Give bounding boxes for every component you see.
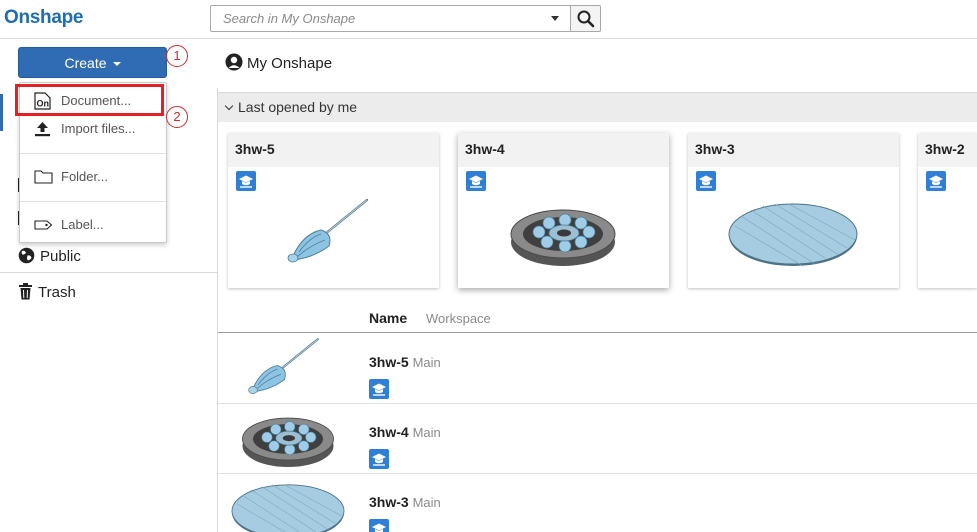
education-badge-icon: [696, 171, 716, 191]
folder-icon: [34, 170, 53, 184]
document-thumbnail: [728, 203, 858, 267]
document-thumbnail: [510, 209, 616, 267]
upload-icon: [35, 122, 50, 137]
card-title: 3hw-3: [695, 141, 735, 157]
document-thumbnail: [242, 417, 334, 468]
create-button[interactable]: Create: [18, 47, 167, 78]
user-icon: [225, 53, 243, 71]
menu-item-import-files[interactable]: Import files...: [20, 116, 166, 142]
education-badge-icon: [369, 449, 389, 469]
recent-card[interactable]: 3hw-4: [458, 133, 669, 288]
card-title: 3hw-4: [465, 141, 505, 157]
globe-icon: [18, 247, 35, 264]
recent-card[interactable]: 3hw-5: [228, 133, 439, 288]
sidebar-divider: [0, 272, 217, 273]
step-2-callout: 2: [166, 106, 188, 128]
document-name[interactable]: 3hw-5: [369, 354, 409, 370]
search-filter-dropdown-icon[interactable]: [551, 16, 559, 21]
document-workspace: Main: [412, 495, 441, 510]
menu-item-label: Label...: [61, 217, 104, 232]
chevron-down-icon: [224, 101, 234, 111]
breadcrumb: My Onshape: [225, 53, 332, 72]
document-workspace: Main: [412, 425, 441, 440]
recent-card[interactable]: 3hw-2: [918, 133, 977, 288]
search-box: [210, 5, 601, 32]
document-name[interactable]: 3hw-4: [369, 424, 409, 440]
sidebar-item-label: Trash: [38, 284, 76, 301]
document-name[interactable]: 3hw-3: [369, 494, 409, 510]
menu-item-label: Import files...: [61, 121, 136, 136]
create-label: Create: [64, 55, 107, 71]
document-thumbnail: [247, 338, 319, 395]
tag-icon: [34, 220, 53, 230]
breadcrumb-label[interactable]: My Onshape: [247, 55, 332, 72]
document-highlight-box: [15, 84, 164, 116]
table-row[interactable]: 3hw-3 Main: [218, 474, 977, 532]
search-button[interactable]: [571, 5, 601, 32]
sidebar-item-public[interactable]: Public: [18, 247, 81, 265]
menu-item-label: Folder...: [61, 169, 108, 184]
recent-section-title: Last opened by me: [238, 99, 358, 115]
document-thumbnail: [231, 484, 345, 532]
education-badge-icon: [466, 171, 486, 191]
education-badge-icon: [236, 171, 256, 191]
column-header-workspace[interactable]: Workspace: [426, 311, 491, 326]
onshape-logo[interactable]: Onshape: [4, 7, 84, 29]
chevron-down-icon: [112, 62, 121, 67]
step-1-callout: 1: [166, 45, 188, 67]
education-badge-icon: [369, 519, 389, 532]
search-input[interactable]: [210, 5, 571, 32]
document-list-header: Name Workspace: [218, 303, 977, 333]
sidebar-item-label: Public: [40, 248, 81, 265]
recent-card[interactable]: 3hw-3: [688, 133, 899, 288]
column-header-name[interactable]: Name: [369, 310, 407, 326]
education-badge-icon: [926, 171, 946, 191]
document-workspace: Main: [412, 355, 441, 370]
card-title: 3hw-2: [925, 141, 965, 157]
magnifier-icon: [577, 10, 595, 28]
recent-section-header[interactable]: Last opened by me: [218, 92, 977, 122]
selected-nav-indicator: [0, 94, 3, 131]
sidebar-item-trash[interactable]: Trash: [18, 283, 76, 301]
menu-separator: [20, 201, 166, 202]
menu-item-folder[interactable]: Folder...: [20, 164, 166, 190]
card-title: 3hw-5: [235, 141, 275, 157]
table-row[interactable]: 3hw-4 Main: [218, 404, 977, 474]
table-row[interactable]: 3hw-5 Main: [218, 334, 977, 404]
menu-separator: [20, 153, 166, 154]
top-bar: Onshape: [0, 0, 977, 39]
education-badge-icon: [369, 379, 389, 399]
trash-icon: [19, 283, 32, 300]
document-thumbnail: [286, 198, 369, 264]
menu-item-label-create[interactable]: Label...: [20, 212, 166, 238]
